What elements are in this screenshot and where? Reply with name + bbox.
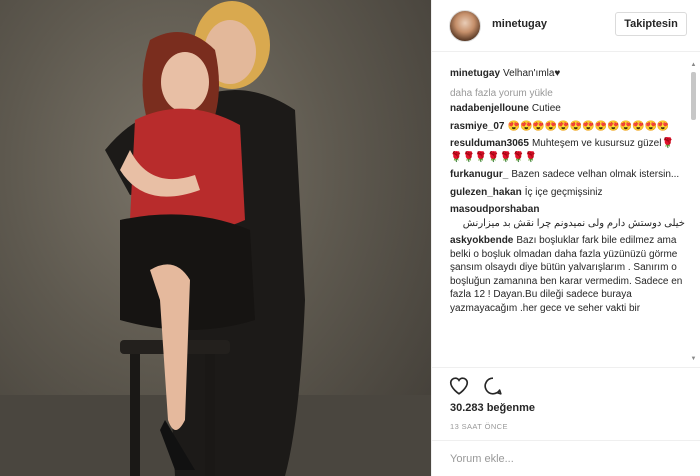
likes-count[interactable]: 30.283 beğenme <box>450 402 535 414</box>
chevron-up-icon[interactable]: ▲ <box>690 62 697 68</box>
post-photo[interactable] <box>0 0 431 476</box>
add-comment-bar <box>432 440 700 476</box>
comment-text: خیلی دوستش دارم ولی نمیدونم چرا نقش بد م… <box>462 217 685 229</box>
comment-item: askyokbende Bazı boşluklar fark bile edil… <box>450 234 685 315</box>
header-username[interactable]: minetugay <box>492 18 547 30</box>
comment-text: Cutiee <box>531 103 561 114</box>
comment-item: gulezen_hakan İç içe geçmişsiniz <box>450 186 685 200</box>
comment-text: Bazen sadece velhan olmak istersin... <box>511 169 680 180</box>
comment-text: İç içe geçmişsiniz <box>524 186 603 198</box>
comment-input[interactable] <box>450 450 680 468</box>
comment-username[interactable]: gulezen_hakan <box>450 187 522 198</box>
post-side-panel: minetugay Takiptesin minetugay Velhan'ıml… <box>431 0 700 476</box>
comment-username[interactable]: resulduman3065 <box>450 138 529 149</box>
photo-illustration <box>0 1 431 476</box>
comment-item: masoudporshaban خیلی دوستش دارم ولی نمید… <box>450 203 685 230</box>
post-actions <box>432 367 700 403</box>
comment-username[interactable]: furkanugur_ <box>450 169 508 180</box>
comment-item: furkanugur_ Bazen sadece velhan olmak ist… <box>450 168 685 182</box>
heart-icon[interactable] <box>448 375 470 397</box>
caption: minetugay Velhan'ımla♥ <box>450 67 685 81</box>
comment-username[interactable]: nadabenjelloune <box>450 103 529 114</box>
scrollbar-thumb[interactable] <box>691 72 696 120</box>
post-timestamp: 13 SAAT ÖNCE <box>450 422 508 431</box>
comment-username[interactable]: masoudporshaban <box>450 204 539 215</box>
comment-username[interactable]: rasmiye_07 <box>450 121 505 132</box>
comments-scrollbar[interactable]: ▲ ▼ <box>690 62 697 362</box>
avatar[interactable] <box>449 10 481 42</box>
comment-item: resulduman3065 Muhteşem ve kusursuz güzel… <box>450 137 685 164</box>
load-more-comments-link[interactable]: daha fazla yorum yükle <box>450 87 685 101</box>
caption-text: Velhan'ımla♥ <box>503 68 561 79</box>
following-button[interactable]: Takiptesin <box>615 12 687 36</box>
chevron-down-icon[interactable]: ▼ <box>690 356 697 362</box>
post-header: minetugay Takiptesin <box>432 0 700 52</box>
comment-item: nadabenjelloune Cutiee <box>450 102 685 116</box>
comment-icon[interactable] <box>482 375 504 397</box>
caption-username[interactable]: minetugay <box>450 68 500 79</box>
comment-item: rasmiye_07 😍😍😍😍😍😍😍😍😍😍😍😍😍 <box>450 120 685 134</box>
comment-username[interactable]: askyokbende <box>450 235 513 246</box>
comments-list[interactable]: minetugay Velhan'ımla♥ daha fazla yorum y… <box>432 53 700 367</box>
comment-text: Bazı boşluklar fark bile edilmez ama bel… <box>450 235 683 314</box>
comment-text: 😍😍😍😍😍😍😍😍😍😍😍😍😍 <box>507 120 670 132</box>
